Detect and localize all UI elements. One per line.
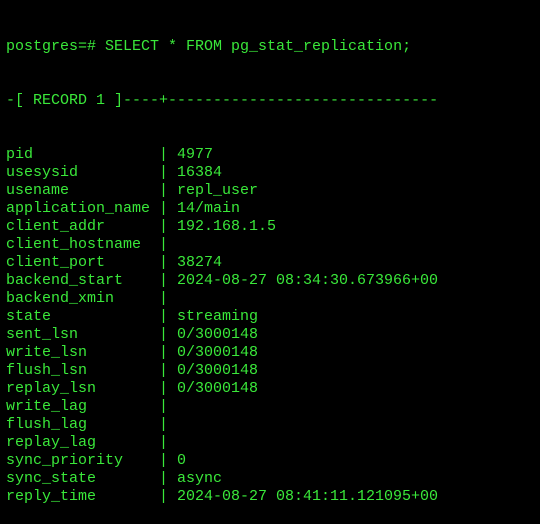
field-separator: | (159, 254, 178, 271)
field-name: usesysid (6, 164, 79, 181)
sql-prompt-line: postgres=# SELECT * FROM pg_stat_replica… (6, 38, 412, 55)
field-separator: | (159, 308, 178, 325)
field-separator: | (159, 164, 178, 181)
field-separator: | (159, 398, 178, 415)
record-field-row: sent_lsn | 0/3000148 (6, 326, 540, 344)
record-field-row: client_addr | 192.168.1.5 (6, 218, 540, 236)
field-separator: | (159, 272, 178, 289)
record-field-row: usename | repl_user (6, 182, 540, 200)
field-name: sync_priority (6, 452, 124, 469)
field-name: sync_state (6, 470, 97, 487)
field-separator: | (159, 182, 178, 199)
field-name: replay_lag (6, 434, 97, 451)
record-field-row: write_lag | (6, 398, 540, 416)
record-field-row: backend_start | 2024-08-27 08:34:30.67396… (6, 272, 540, 290)
field-name: write_lsn (6, 344, 88, 361)
record-header: -[ RECORD 1 ]----+----------------------… (6, 92, 439, 109)
field-separator: | (159, 470, 178, 487)
field-value: 0/3000148 (177, 326, 259, 343)
field-value: 0/3000148 (177, 380, 259, 397)
field-value: repl_user (177, 182, 259, 199)
field-separator: | (159, 236, 178, 253)
field-name: client_addr (6, 218, 106, 235)
field-separator: | (159, 452, 178, 469)
field-value: 192.168.1.5 (177, 218, 277, 235)
field-value: 14/main (177, 200, 241, 217)
field-name: sent_lsn (6, 326, 79, 343)
field-separator: | (159, 362, 178, 379)
record-field-row: backend_xmin | (6, 290, 540, 308)
field-separator: | (159, 380, 178, 397)
field-separator: | (159, 326, 178, 343)
field-separator: | (159, 434, 178, 451)
field-value: streaming (177, 308, 259, 325)
field-value: 4977 (177, 146, 214, 163)
field-name: client_port (6, 254, 106, 271)
record-field-row: client_port | 38274 (6, 254, 540, 272)
terminal-output[interactable]: postgres=# SELECT * FROM pg_stat_replica… (0, 0, 540, 524)
record-field-row: sync_priority | 0 (6, 452, 540, 470)
record-field-row: client_hostname | (6, 236, 540, 254)
record-field-row: replay_lsn | 0/3000148 (6, 380, 540, 398)
field-value: 0 (177, 452, 187, 469)
field-name: flush_lag (6, 416, 88, 433)
field-name: application_name (6, 200, 151, 217)
field-value: 0/3000148 (177, 362, 259, 379)
field-value: 2024-08-27 08:41:11.121095+00 (177, 488, 439, 505)
field-value: 0/3000148 (177, 344, 259, 361)
record-rows: pid | 4977 usesysid | 16384 usename | repl_us… (6, 146, 540, 506)
field-separator: | (159, 416, 178, 433)
field-name: flush_lsn (6, 362, 88, 379)
field-value: 38274 (177, 254, 223, 271)
field-name: usename (6, 182, 70, 199)
field-value: 16384 (177, 164, 223, 181)
field-name: replay_lsn (6, 380, 97, 397)
field-name: backend_xmin (6, 290, 115, 307)
field-separator: | (159, 344, 178, 361)
field-separator: | (159, 200, 178, 217)
record-field-row: application_name | 14/main (6, 200, 540, 218)
record-field-row: pid | 4977 (6, 146, 540, 164)
record-field-row: sync_state | async (6, 470, 540, 488)
field-name: reply_time (6, 488, 97, 505)
field-name: write_lag (6, 398, 88, 415)
field-name: backend_start (6, 272, 124, 289)
field-name: client_hostname (6, 236, 142, 253)
field-separator: | (159, 218, 178, 235)
field-name: pid (6, 146, 34, 163)
field-value: 2024-08-27 08:34:30.673966+00 (177, 272, 439, 289)
field-value: async (177, 470, 223, 487)
record-field-row: flush_lsn | 0/3000148 (6, 362, 540, 380)
record-field-row: usesysid | 16384 (6, 164, 540, 182)
field-name: state (6, 308, 52, 325)
record-field-row: reply_time | 2024-08-27 08:41:11.121095+0… (6, 488, 540, 506)
field-separator: | (159, 290, 178, 307)
field-separator: | (159, 146, 178, 163)
field-separator: | (159, 488, 178, 505)
record-field-row: write_lsn | 0/3000148 (6, 344, 540, 362)
record-field-row: replay_lag | (6, 434, 540, 452)
record-field-row: flush_lag | (6, 416, 540, 434)
record-field-row: state | streaming (6, 308, 540, 326)
